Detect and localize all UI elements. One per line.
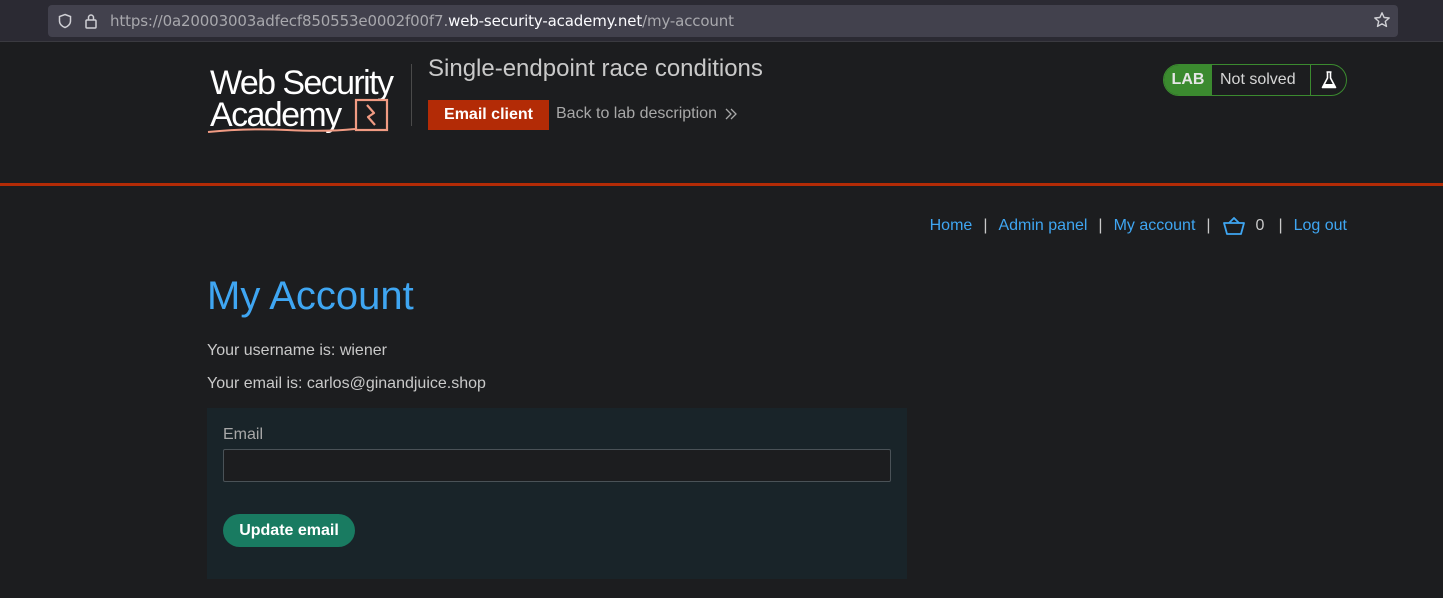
- double-chevron-right-icon: [725, 108, 737, 120]
- nav-my-account-link[interactable]: My account: [1114, 217, 1196, 235]
- nav-separator: |: [1206, 217, 1211, 234]
- url-text[interactable]: https://0a20003003adfecf850553e0002f00f7…: [110, 12, 734, 30]
- lab-status-widget: LAB Not solved: [1163, 64, 1347, 96]
- logo-divider: [411, 64, 412, 126]
- lab-title: Single-endpoint race conditions: [428, 55, 763, 82]
- nav-separator: |: [1098, 217, 1103, 234]
- flask-icon: [1321, 71, 1337, 89]
- url-domain: web-security-academy.net: [448, 12, 643, 30]
- svg-text:Academy: Academy: [210, 96, 342, 134]
- email-input[interactable]: [223, 449, 891, 482]
- browser-toolbar: https://0a20003003adfecf850553e0002f00f7…: [0, 0, 1443, 42]
- page-title: My Account: [207, 274, 414, 318]
- lab-badge: LAB: [1164, 65, 1212, 95]
- nav-log-out-link[interactable]: Log out: [1294, 217, 1347, 235]
- email-client-button[interactable]: Email client: [428, 100, 549, 130]
- top-navigation: Home | Admin panel | My account | 0 | Lo…: [930, 216, 1347, 236]
- username-info: Your username is: wiener: [207, 342, 387, 359]
- cart-count: 0: [1255, 217, 1265, 234]
- web-security-academy-logo[interactable]: Web Security Academy: [207, 60, 412, 140]
- change-email-form: Email Update email: [207, 408, 907, 579]
- nav-separator: |: [1278, 217, 1283, 234]
- address-bar[interactable]: https://0a20003003adfecf850553e0002f00f7…: [48, 5, 1398, 37]
- academy-header: Web Security Academy Single-endpoint rac…: [0, 42, 1443, 186]
- lab-status-divider: [1310, 65, 1311, 95]
- bookmark-star-icon[interactable]: [1373, 11, 1391, 29]
- url-path: /my-account: [642, 12, 734, 30]
- update-email-button[interactable]: Update email: [223, 514, 355, 547]
- back-to-lab-description-link[interactable]: Back to lab description: [556, 105, 717, 123]
- nav-home-link[interactable]: Home: [930, 217, 973, 235]
- email-label: Email: [223, 426, 264, 443]
- nav-separator: |: [983, 217, 988, 234]
- cart-basket-icon[interactable]: [1222, 216, 1246, 236]
- shield-icon[interactable]: [57, 13, 73, 29]
- nav-admin-panel-link[interactable]: Admin panel: [998, 217, 1087, 235]
- url-prefix: https://0a20003003adfecf850553e0002f00f7…: [110, 12, 449, 30]
- lock-icon[interactable]: [84, 13, 98, 29]
- lab-status-text: Not solved: [1220, 71, 1296, 88]
- email-info: Your email is: carlos@ginandjuice.shop: [207, 375, 486, 392]
